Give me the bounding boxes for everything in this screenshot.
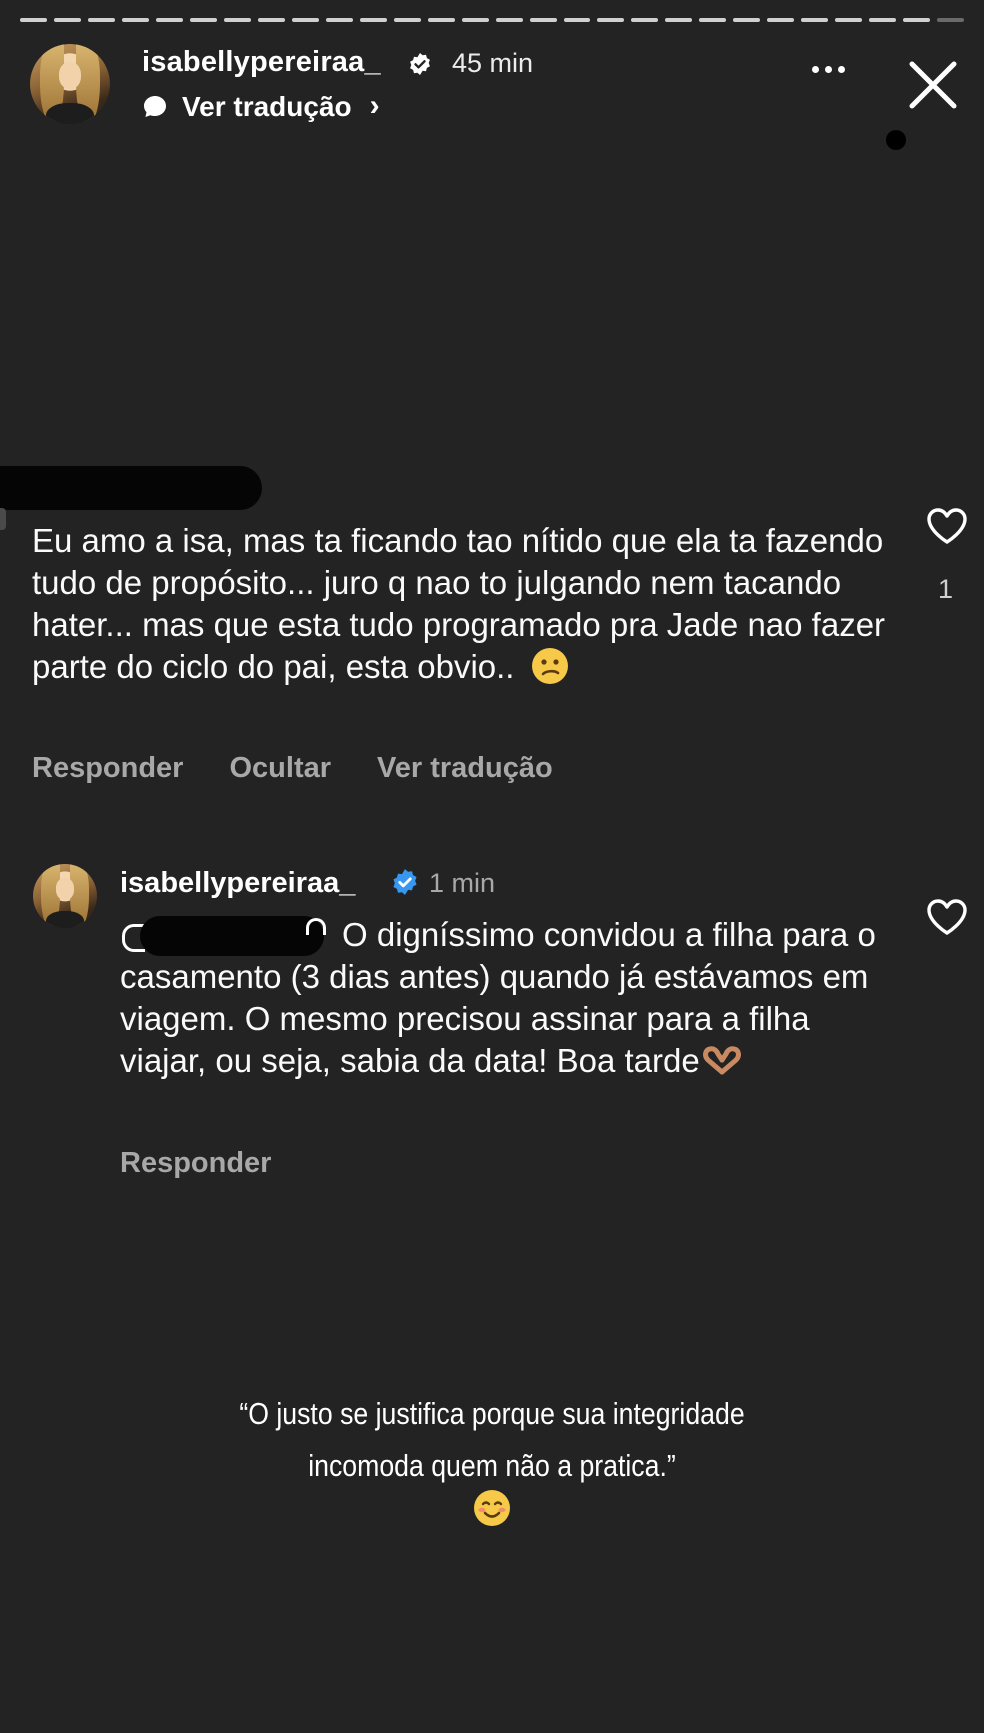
progress-segment [257,18,285,22]
see-translation-button[interactable]: Ver tradução › [142,89,380,124]
reply-button[interactable]: Responder [120,1147,271,1180]
verified-badge-icon [410,53,430,75]
redacted-username [0,466,262,510]
progress-segment [937,18,965,22]
progress-segment [155,18,183,22]
progress-segment [801,18,829,22]
black-dot [886,130,906,150]
progress-segment [121,18,149,22]
progress-segment [665,18,693,22]
hide-button[interactable]: Ocultar [229,752,331,785]
story-time: 45 min [452,48,534,78]
verified-badge-icon [393,869,417,895]
progress-segment [903,18,931,22]
cropped-avatar [0,508,6,530]
quote-line: “O justo se justifica porque sua integri… [239,1396,745,1431]
quote-line: incomoda quem não a pratica.” [308,1448,676,1483]
progress-segment [291,18,319,22]
story-avatar[interactable] [30,44,110,124]
see-translation-label: Ver tradução [182,91,352,122]
progress-segment [767,18,795,22]
reply-username[interactable]: isabellypereiraa_ [120,867,355,900]
progress-segment [495,18,523,22]
like-count: 1 [938,574,954,604]
progress-segment [189,18,217,22]
chevron-right-icon: › [369,89,380,122]
progress-segment [733,18,761,22]
story-username[interactable]: isabellypereiraa_ [142,46,381,79]
progress-segment [223,18,251,22]
progress-segment [563,18,591,22]
progress-segment [87,18,115,22]
more-options-icon[interactable] [812,66,845,73]
like-heart-icon[interactable] [925,897,969,937]
comment-body: Eu amo a isa, mas ta ficando tao nítido … [32,522,886,685]
reply-button[interactable]: Responder [32,752,183,785]
progress-segment [835,18,863,22]
reply-text: O digníssimo convidou a filha para o cas… [120,914,880,1082]
comment-actions: Responder Ocultar Ver tradução [32,752,553,785]
reply-avatar[interactable] [33,864,97,928]
story-progress-bar [20,18,965,22]
progress-segment [53,18,81,22]
progress-segment [529,18,557,22]
comment-text: Eu amo a isa, mas ta ficando tao nítido … [32,520,892,688]
chat-bubble-icon [144,96,166,117]
reply-body: O digníssimo convidou a filha para o cas… [120,916,876,1079]
heart-hands-icon [702,1046,741,1075]
progress-segment [325,18,353,22]
progress-segment [597,18,625,22]
progress-segment [20,18,47,22]
progress-segment [359,18,387,22]
progress-segment [631,18,659,22]
see-translation-link[interactable]: Ver tradução [377,752,553,785]
close-icon[interactable] [906,58,960,112]
progress-segment [427,18,455,22]
like-heart-icon[interactable] [925,506,969,546]
confused-face-icon [531,648,568,684]
progress-segment [393,18,421,22]
story-quote: “O justo se justifica porque sua integri… [206,1388,777,1492]
reply-time: 1 min [429,868,496,898]
progress-segment [699,18,727,22]
progress-segment [869,18,897,22]
progress-segment [461,18,489,22]
smiling-face-icon [474,1490,510,1526]
